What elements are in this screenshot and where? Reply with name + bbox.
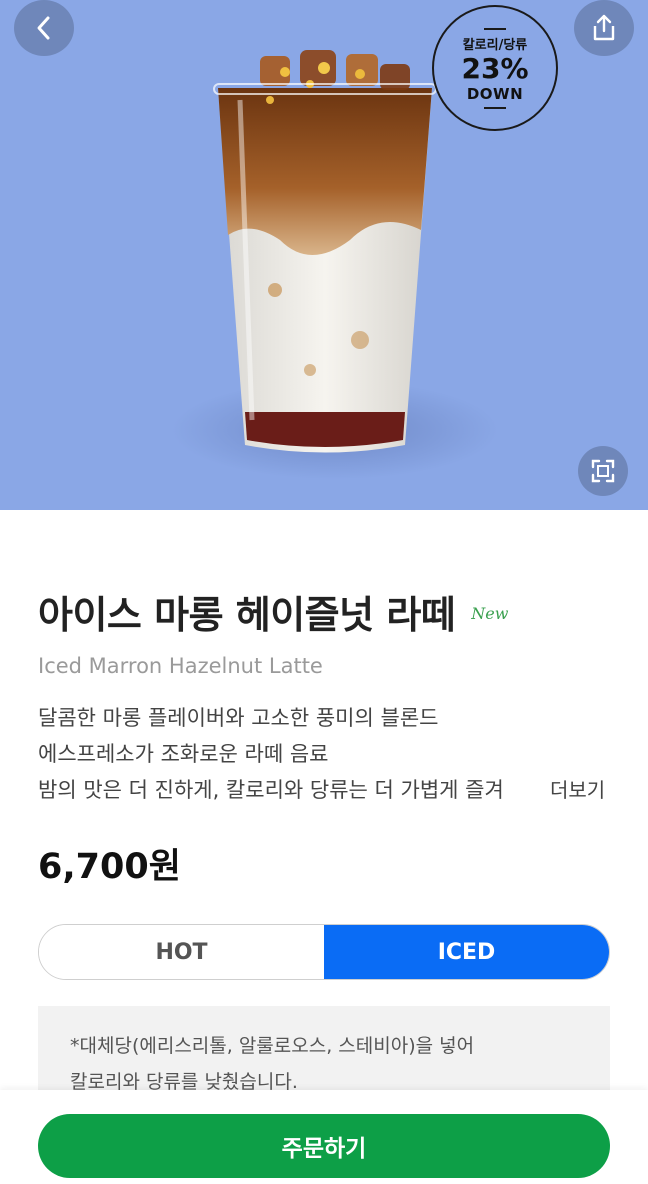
bottom-bar: 주문하기: [0, 1090, 648, 1184]
back-button[interactable]: [14, 0, 74, 56]
iced-option[interactable]: ICED: [324, 925, 609, 979]
new-badge: New: [471, 604, 509, 623]
notice-line: *대체당(에리스리톨, 알룰로오스, 스테비아)을 넣어: [70, 1035, 475, 1057]
description-line: 달콤한 마롱 플레이버와 고소한 풍미의 블론드: [38, 706, 439, 730]
share-icon: [593, 14, 615, 41]
product-hero-image: 칼로리/당류 23% DOWN: [0, 0, 648, 510]
fullscreen-icon: [591, 459, 615, 483]
drink-image: [213, 50, 437, 453]
product-english-name: Iced Marron Hazelnut Latte: [38, 654, 323, 678]
description-line: 에스프레소가 조화로운 라떼 음료: [38, 742, 329, 766]
calorie-down-badge: 칼로리/당류 23% DOWN: [432, 5, 558, 131]
order-button[interactable]: 주문하기: [38, 1114, 610, 1178]
fullscreen-button[interactable]: [578, 446, 628, 496]
product-info: 아이스 마롱 헤이즐넛 라떼 New Iced Marron Hazelnut …: [38, 590, 610, 887]
badge-percent: 23%: [461, 51, 529, 85]
product-name: 아이스 마롱 헤이즐넛 라떼: [38, 593, 456, 637]
badge-label: 칼로리/당류: [462, 37, 528, 53]
product-description: 달콤한 마롱 플레이버와 고소한 풍미의 블론드 에스프레소가 조화로운 라떼 …: [38, 700, 610, 808]
chevron-left-icon: [37, 16, 50, 40]
badge-down: DOWN: [466, 84, 524, 103]
share-button[interactable]: [574, 0, 634, 56]
product-price: 6,700원: [38, 847, 181, 887]
more-link[interactable]: 더보기: [546, 772, 606, 808]
temperature-toggle: HOT ICED: [38, 924, 610, 980]
description-line: 밤의 맛은 더 진하게, 칼로리와 당류는 더 가볍게 즐겨: [38, 778, 504, 802]
hot-option[interactable]: HOT: [39, 925, 324, 979]
